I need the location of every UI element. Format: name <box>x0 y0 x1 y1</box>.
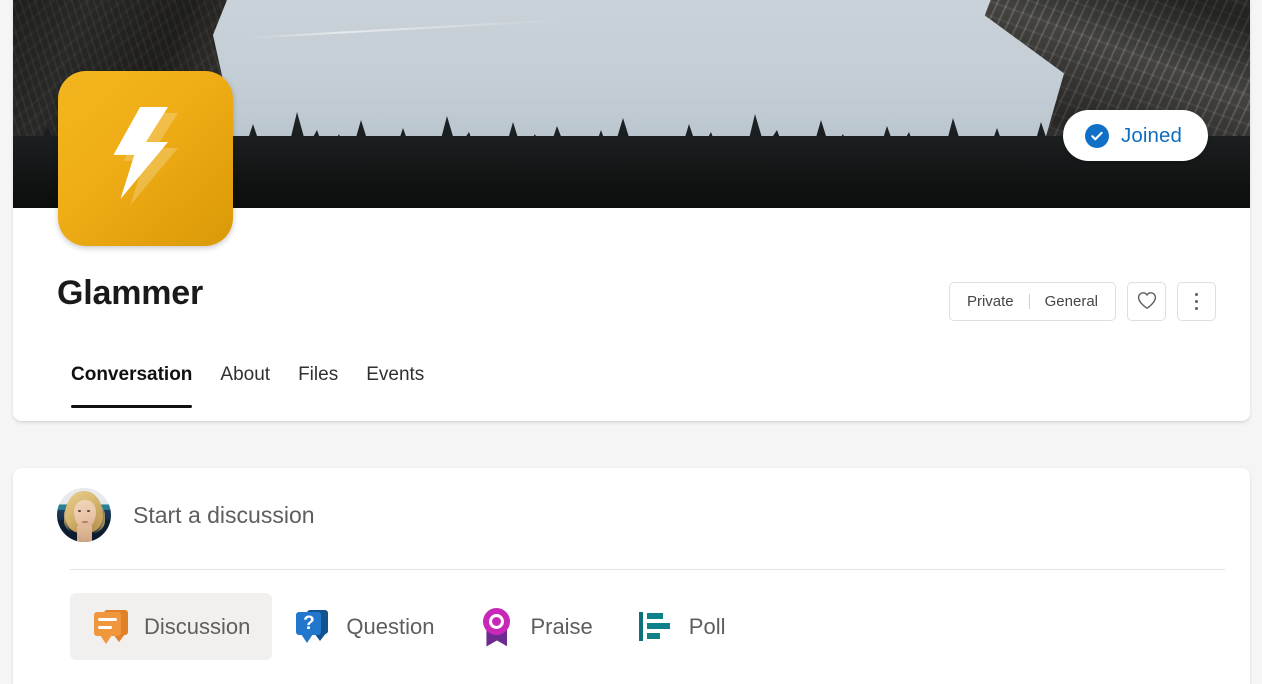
favorite-button[interactable] <box>1127 282 1166 321</box>
community-page: Joined Glammer Private General Conversat… <box>0 0 1262 684</box>
joined-button[interactable]: Joined <box>1062 110 1208 161</box>
page-title: Glammer <box>57 274 204 312</box>
post-type-question[interactable]: ? Question <box>272 593 456 660</box>
start-discussion-input[interactable]: Start a discussion <box>133 502 315 529</box>
poll-icon <box>637 607 675 647</box>
composer-divider <box>70 569 1225 570</box>
question-icon: ? <box>294 607 332 647</box>
community-tabs: Conversation About Files Events <box>57 362 438 408</box>
post-type-discussion-label: Discussion <box>144 613 251 639</box>
post-type-selector: Discussion ? Question Praise Poll <box>70 593 747 660</box>
tab-events[interactable]: Events <box>352 362 438 408</box>
more-vertical-icon <box>1194 292 1199 311</box>
post-type-praise[interactable]: Praise <box>456 593 614 660</box>
tab-about[interactable]: About <box>206 362 284 408</box>
post-type-discussion[interactable]: Discussion <box>70 593 273 660</box>
post-type-poll-label: Poll <box>688 613 726 639</box>
heart-icon <box>1137 291 1157 313</box>
joined-button-label: Joined <box>1120 123 1182 147</box>
post-composer-card: Start a discussion Discussion ? Question… <box>13 468 1250 684</box>
praise-icon <box>478 607 516 647</box>
community-header-actions: Private General <box>948 282 1216 321</box>
post-type-question-label: Question <box>346 613 435 639</box>
classification-chip[interactable]: General <box>1030 283 1113 320</box>
post-type-praise-label: Praise <box>530 613 593 639</box>
post-type-poll[interactable]: Poll <box>615 593 748 660</box>
discussion-icon <box>92 607 130 647</box>
community-title-row: Glammer Private General <box>13 208 1250 358</box>
composer-header: Start a discussion <box>57 488 315 542</box>
tab-conversation[interactable]: Conversation <box>57 362 206 408</box>
tab-files[interactable]: Files <box>284 362 352 408</box>
avatar <box>57 488 111 542</box>
privacy-chip[interactable]: Private <box>952 283 1029 320</box>
community-meta-chips: Private General <box>948 282 1116 321</box>
more-options-button[interactable] <box>1177 282 1216 321</box>
community-header-card: Joined Glammer Private General Conversat… <box>13 0 1250 421</box>
avatar-hair-side <box>64 502 105 534</box>
check-circle-icon <box>1084 123 1109 148</box>
